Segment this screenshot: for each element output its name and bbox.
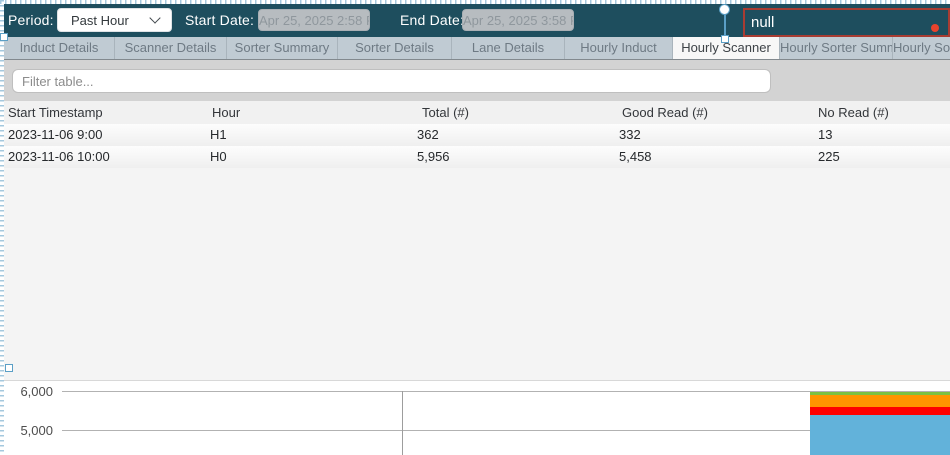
tab-sorter-details[interactable]: Sorter Details (338, 37, 452, 59)
end-date-input[interactable] (462, 9, 574, 31)
tab-induct-details[interactable]: Induct Details (4, 37, 115, 59)
stacked-bar-h0[interactable] (810, 392, 950, 455)
table-row[interactable]: 2023-11-06 9:00 H1 362 332 13 (4, 124, 950, 146)
hourly-scanner-chart: 6,000 5,000 (4, 383, 950, 455)
cell-start-timestamp: 2023-11-06 10:00 (4, 146, 204, 168)
cell-good-read: 5,458 (614, 146, 814, 168)
period-select-value: Past Hour (58, 13, 151, 28)
start-date-label: Start Date: (185, 12, 254, 28)
column-header-total[interactable]: Total (#) (411, 101, 614, 124)
period-label: Period: (8, 12, 54, 28)
column-header-hour[interactable]: Hour (204, 101, 411, 124)
column-header-good-read[interactable]: Good Read (#) (614, 101, 814, 124)
filter-panel (4, 60, 950, 101)
cell-start-timestamp: 2023-11-06 9:00 (4, 124, 204, 146)
column-header-no-read[interactable]: No Read (#) (814, 101, 950, 124)
table-row[interactable]: 2023-11-06 10:00 H0 5,956 5,458 225 (4, 146, 950, 168)
cell-total: 5,956 (411, 146, 614, 168)
toolbar: Period: Past Hour Start Date: End Date: … (4, 4, 950, 37)
tab-hourly-sorter[interactable]: Hourly Sort (893, 37, 950, 59)
red-marker-dot (931, 24, 939, 32)
ruler-left (0, 0, 4, 455)
table-header-row: Start Timestamp Hour Total (#) Good Read… (4, 101, 950, 124)
cell-good-read: 332 (614, 124, 814, 146)
selection-handle-left-top[interactable] (0, 33, 8, 41)
tab-hourly-sorter-summary[interactable]: Hourly Sorter Summar (780, 37, 893, 59)
filter-table-input[interactable] (12, 69, 771, 93)
tab-hourly-induct[interactable]: Hourly Induct (565, 37, 673, 59)
selection-handle-left-chart[interactable] (5, 364, 13, 372)
null-overlay-text: null (745, 14, 774, 31)
selection-handle-circle[interactable] (719, 4, 730, 15)
tab-strip: Induct Details Scanner Details Sorter Su… (4, 37, 950, 60)
cell-hour: H0 (204, 146, 411, 168)
cell-no-read: 13 (814, 124, 950, 146)
table-body-empty-area (4, 168, 950, 381)
y-axis-tick-6000: 6,000 (7, 384, 53, 399)
bar-segment-red-no-read (810, 407, 950, 415)
end-date-label: End Date: (400, 12, 464, 28)
tab-scanner-details[interactable]: Scanner Details (115, 37, 227, 59)
start-date-input[interactable] (258, 9, 370, 31)
cell-no-read: 225 (814, 146, 950, 168)
cell-total: 362 (411, 124, 614, 146)
tab-sorter-summary[interactable]: Sorter Summary (227, 37, 338, 59)
period-select[interactable]: Past Hour (57, 8, 172, 32)
column-header-start-timestamp[interactable]: Start Timestamp (4, 101, 204, 124)
cell-hour: H1 (204, 124, 411, 146)
vertical-gridline (402, 391, 403, 455)
y-axis-tick-5000: 5,000 (7, 423, 53, 438)
null-overlay-box[interactable]: null (743, 8, 950, 37)
tab-lane-details[interactable]: Lane Details (452, 37, 565, 59)
ruler-top (0, 0, 950, 4)
chevron-down-icon (149, 12, 160, 23)
bar-segment-blue-good-read (810, 415, 950, 455)
selection-handle-square[interactable] (721, 35, 729, 43)
bar-segment-orange (810, 395, 950, 407)
